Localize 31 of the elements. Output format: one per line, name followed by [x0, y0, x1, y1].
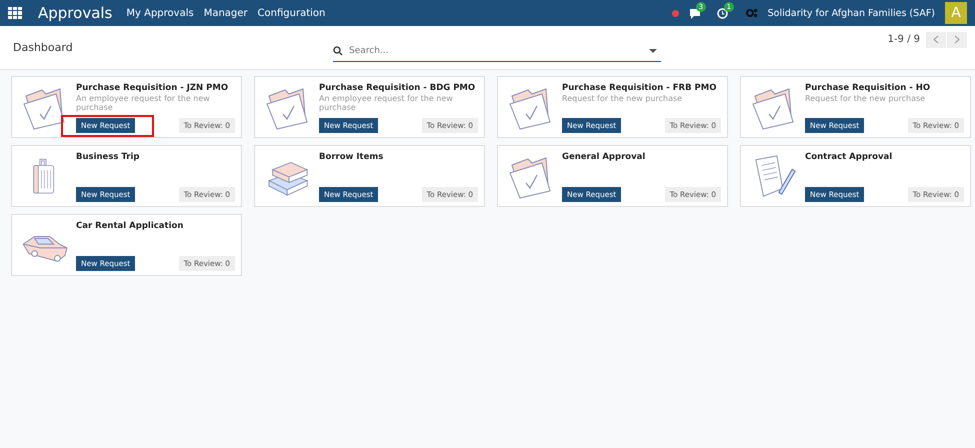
menu-item[interactable]: My Approvals — [126, 8, 194, 18]
company-switcher[interactable]: Solidarity for Afghan Families (SAF) — [768, 8, 935, 18]
search-icon — [333, 46, 343, 56]
app-title[interactable]: Approvals — [38, 4, 112, 22]
previous-page-button[interactable] — [926, 32, 946, 48]
next-page-button[interactable] — [947, 32, 967, 48]
card-description: An employee request for the new purchase — [76, 94, 211, 112]
status-dot — [672, 10, 679, 16]
chevron-left-icon — [933, 35, 939, 44]
search-field[interactable]: Search... — [349, 46, 643, 56]
card-title[interactable]: Contract Approval — [805, 151, 964, 163]
breadcrumb: Dashboard — [13, 41, 73, 54]
card-title[interactable]: Car Rental Application — [76, 220, 235, 232]
clock-icon[interactable] — [716, 8, 728, 18]
card-description: Request for the new purchase — [562, 94, 684, 103]
card-title[interactable]: General Approval — [562, 151, 721, 163]
card-title[interactable]: Purchase Requisition - HO — [805, 82, 964, 94]
card-title[interactable]: Purchase Requisition - JZN PMO — [76, 82, 235, 94]
card-description: Request for the new purchase — [805, 94, 926, 103]
dropdown-caret-icon[interactable] — [649, 49, 657, 53]
card-title[interactable]: Borrow Items — [319, 151, 478, 163]
apps-menu-icon[interactable] — [8, 7, 22, 19]
card-title[interactable]: Business Trip — [76, 151, 235, 163]
chat-icon[interactable] — [688, 8, 701, 18]
card-title[interactable]: Purchase Requisition - BDG PMO — [319, 82, 478, 94]
card-title[interactable]: Purchase Requisition - FRB PMO — [562, 82, 721, 94]
chevron-right-icon — [954, 35, 960, 44]
pager-value[interactable]: 1-9 / 9 — [888, 34, 920, 45]
card-description: An employee request for the new purchase — [319, 94, 454, 112]
menu-item[interactable]: Configuration — [258, 8, 326, 18]
menu-item[interactable]: Manager — [204, 8, 248, 18]
